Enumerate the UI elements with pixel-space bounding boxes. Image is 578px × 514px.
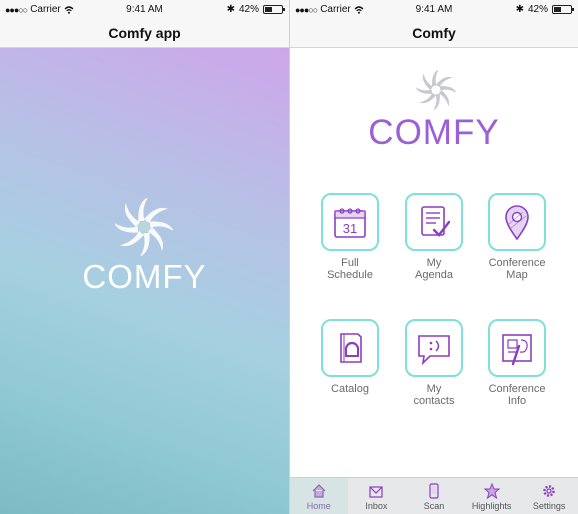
star-icon (483, 482, 500, 499)
blueprint-icon (502, 334, 532, 366)
phone-scan-icon (429, 482, 439, 499)
gear-icon (543, 484, 555, 497)
tile-label: Conference (488, 257, 546, 269)
tab-label: Settings (532, 501, 566, 511)
battery-icon (552, 5, 574, 14)
tile-icon-box: 31 (321, 193, 379, 251)
comfy-swirl-logo-icon (416, 70, 456, 110)
tab-home[interactable]: Home (290, 478, 348, 514)
tile-icon-box (488, 319, 546, 377)
tab-highlights[interactable]: Highlights (463, 478, 521, 514)
tile-label: Schedule (327, 269, 373, 281)
splash-logo-text: COMFY (82, 258, 207, 295)
tile-label: Info (507, 395, 527, 407)
battery-percent: 42% (527, 4, 548, 15)
battery-icon (263, 5, 285, 14)
tab-label: Scan (423, 501, 445, 511)
home-logo-text: COMFY (368, 113, 500, 152)
tile-my-contacts[interactable]: My contacts (394, 319, 474, 407)
tile-conference-map[interactable]: Conference Map (477, 193, 557, 281)
tile-icon-box (405, 193, 463, 251)
battery-percent: 42% (238, 4, 259, 15)
tile-full-schedule[interactable]: 31 Full Schedule (310, 193, 390, 281)
nav-title: Comfy app (0, 20, 289, 48)
tab-bar: Home Inbox Scan Highlights Settings (290, 477, 578, 514)
tile-label: My (426, 383, 442, 395)
tile-label: Conference (488, 383, 546, 395)
tile-label: Catalog (331, 383, 369, 395)
tile-icon-box (488, 193, 546, 251)
nav-title: Comfy (290, 20, 578, 48)
tile-label: Map (506, 269, 528, 281)
checklist-icon (421, 206, 451, 237)
tile-my-agenda[interactable]: My Agenda (394, 193, 474, 281)
status-bar: ●●●○○ Carrier 9:41 AM ✱ 42% (290, 0, 578, 20)
splash-gradient-background: COMFY (0, 48, 289, 514)
tab-inbox[interactable]: Inbox (348, 478, 406, 514)
bluetooth-icon: ✱ (515, 4, 524, 15)
tab-scan[interactable]: Scan (405, 478, 463, 514)
catalog-icon (340, 333, 362, 363)
tile-label: Full (341, 257, 359, 269)
tile-label: My (426, 257, 442, 269)
tile-label: contacts (413, 395, 455, 407)
tile-catalog[interactable]: Catalog (310, 319, 390, 395)
tile-icon-box (321, 319, 379, 377)
tab-label: Home (306, 501, 331, 511)
calendar-icon: 31 (334, 208, 366, 238)
tile-label: Agenda (415, 269, 453, 281)
chat-bubble-icon (418, 335, 450, 366)
splash-screen: ●●●○○ Carrier 9:41 AM ✱ 42% Comfy app CO… (0, 0, 289, 514)
comfy-swirl-logo-icon (115, 198, 173, 256)
tab-label: Inbox (365, 501, 388, 511)
tile-conference-info[interactable]: Conference Info (477, 319, 557, 407)
tab-label: Highlights (471, 501, 512, 511)
calendar-day: 31 (343, 221, 357, 236)
bluetooth-icon: ✱ (226, 4, 235, 15)
home-icon (312, 483, 326, 498)
status-bar: ●●●○○ Carrier 9:41 AM ✱ 42% (0, 0, 289, 20)
inbox-icon (369, 485, 383, 498)
map-pin-icon (505, 205, 529, 241)
tab-settings[interactable]: Settings (520, 478, 578, 514)
tile-icon-box (405, 319, 463, 377)
